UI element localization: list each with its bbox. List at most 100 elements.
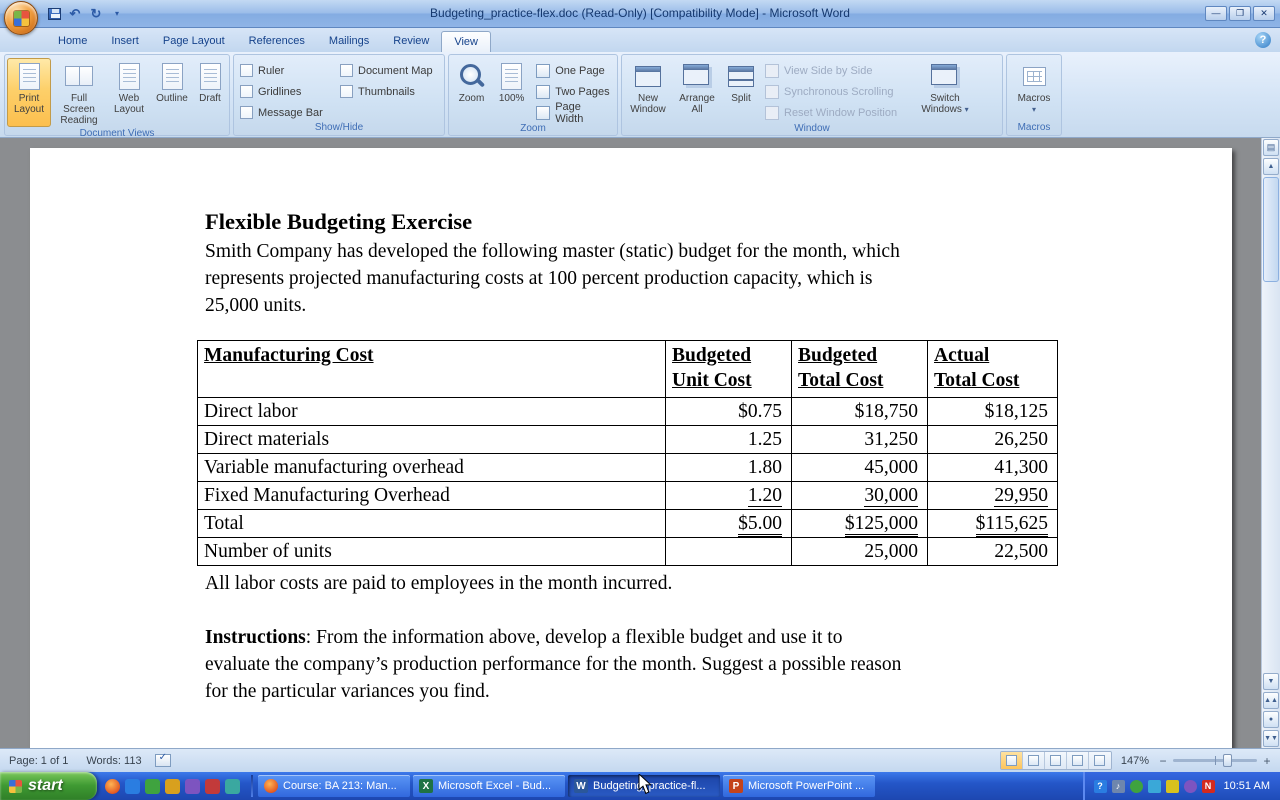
tab-insert[interactable]: Insert — [99, 31, 151, 52]
taskbar-button-browser[interactable]: Course: BA 213: Man... — [258, 775, 410, 797]
outline-view-button[interactable] — [1067, 752, 1089, 769]
two-pages-icon — [536, 85, 550, 99]
group-window: New Window Arrange All Split View Side b… — [621, 54, 1003, 136]
print-layout-view-button[interactable] — [1001, 752, 1023, 769]
taskbar-button-powerpoint[interactable]: P Microsoft PowerPoint ... — [723, 775, 875, 797]
new-window-button[interactable]: New Window — [624, 58, 672, 122]
taskbar-divider — [251, 775, 253, 797]
select-browse-object-button[interactable]: ● — [1263, 711, 1279, 728]
zoom-100-button[interactable]: 100% — [492, 58, 531, 122]
header-manufacturing-cost: Manufacturing Cost — [198, 341, 666, 398]
message-bar-checkbox[interactable]: Message Bar — [240, 104, 334, 121]
redo-button[interactable]: ↻ — [88, 6, 104, 22]
customize-qat-button[interactable]: ▾ — [109, 6, 125, 22]
tab-review[interactable]: Review — [381, 31, 441, 52]
quick-launch-icon[interactable] — [145, 779, 160, 794]
clock[interactable]: 10:51 AM — [1224, 780, 1270, 792]
close-button[interactable]: ✕ — [1253, 6, 1275, 21]
table-row: Direct labor $0.75 $18,750 $18,125 — [198, 398, 1058, 426]
instructions-text: Instructions: From the information above… — [205, 624, 1062, 651]
note-text: All labor costs are paid to employees in… — [205, 570, 1062, 597]
tray-help-icon[interactable]: ? — [1094, 780, 1107, 793]
start-button[interactable]: start — [0, 772, 97, 800]
tab-mailings[interactable]: Mailings — [317, 31, 381, 52]
vertical-scrollbar[interactable]: ▤ ▲ ▼ ▲▲ ● ▼▼ — [1261, 138, 1280, 748]
tab-page-layout[interactable]: Page Layout — [151, 31, 237, 52]
redo-icon: ↻ — [91, 6, 102, 22]
full-screen-reading-button[interactable]: Full Screen Reading — [51, 58, 107, 127]
tab-view[interactable]: View — [441, 31, 491, 52]
office-button[interactable] — [4, 1, 38, 35]
zoom-button[interactable]: Zoom — [451, 58, 492, 122]
help-icon[interactable]: ? — [1255, 32, 1271, 48]
two-pages-button[interactable]: Two Pages — [533, 82, 613, 101]
scroll-up-button[interactable]: ▲ — [1263, 158, 1279, 175]
tray-norton-icon[interactable]: N — [1202, 780, 1215, 793]
split-button[interactable]: Split — [722, 58, 760, 122]
header-budgeted-unit-cost: BudgetedUnit Cost — [666, 341, 792, 398]
switch-windows-icon — [931, 61, 960, 91]
page-width-button[interactable]: Page Width — [533, 103, 613, 122]
zoom-out-button[interactable]: − — [1158, 756, 1168, 766]
gridlines-checkbox[interactable]: Gridlines — [240, 83, 334, 100]
word-count[interactable]: Words: 113 — [77, 755, 150, 767]
draft-view-button[interactable] — [1089, 752, 1111, 769]
zoom-slider[interactable]: − + — [1158, 756, 1272, 766]
task-buttons: Course: BA 213: Man... X Microsoft Excel… — [256, 775, 1083, 797]
quick-launch-icon[interactable] — [165, 779, 180, 794]
scrollbar-track[interactable] — [1262, 283, 1280, 672]
switch-windows-button[interactable]: Switch Windows — [918, 58, 972, 122]
system-tray: ? ♪ N 10:51 AM — [1083, 772, 1280, 800]
tray-shield-icon[interactable] — [1130, 780, 1143, 793]
magnifier-icon — [458, 61, 486, 91]
scroll-down-button[interactable]: ▼ — [1263, 673, 1279, 690]
save-button[interactable] — [46, 6, 62, 22]
zoom-slider-thumb[interactable] — [1223, 754, 1232, 767]
quick-launch-icon[interactable] — [185, 779, 200, 794]
quick-launch-icon[interactable] — [205, 779, 220, 794]
tab-home[interactable]: Home — [46, 31, 99, 52]
previous-page-button[interactable]: ▲▲ — [1263, 692, 1279, 709]
zoom-in-button[interactable]: + — [1262, 756, 1272, 766]
scrollbar-thumb[interactable] — [1263, 177, 1279, 282]
zoom-100-icon — [501, 61, 522, 91]
document-map-checkbox[interactable]: Document Map — [340, 62, 433, 79]
taskbar-button-excel[interactable]: X Microsoft Excel - Bud... — [413, 775, 565, 797]
arrange-all-icon — [683, 61, 712, 91]
ruler-checkbox[interactable]: Ruler — [240, 62, 334, 79]
tray-network-icon[interactable] — [1148, 780, 1161, 793]
arrange-all-button[interactable]: Arrange All — [672, 58, 722, 122]
zoom-slider-track[interactable] — [1173, 759, 1257, 762]
one-page-button[interactable]: One Page — [533, 61, 613, 80]
page-indicator[interactable]: Page: 1 of 1 — [0, 755, 77, 767]
tray-icon[interactable] — [1166, 780, 1179, 793]
web-layout-view-button[interactable] — [1045, 752, 1067, 769]
print-layout-button[interactable]: Print Layout — [7, 58, 51, 127]
thumbnails-checkbox[interactable]: Thumbnails — [340, 83, 433, 100]
next-page-button[interactable]: ▼▼ — [1263, 730, 1279, 747]
web-layout-button[interactable]: Web Layout — [107, 58, 151, 127]
quick-launch-icon[interactable] — [125, 779, 140, 794]
outline-button[interactable]: Outline — [151, 58, 193, 127]
restore-button[interactable]: ❐ — [1229, 6, 1251, 21]
macros-button[interactable]: Macros — [1010, 58, 1058, 121]
mouse-cursor — [638, 774, 652, 800]
tray-volume-icon[interactable]: ♪ — [1112, 780, 1125, 793]
quick-launch-icon[interactable] — [225, 779, 240, 794]
table-row-total: Total $5.00 $125,000 $115,625 — [198, 510, 1058, 538]
draft-button[interactable]: Draft — [193, 58, 227, 127]
quick-access-toolbar: ↶ ↻ ▾ — [46, 6, 125, 22]
document-page[interactable]: Flexible Budgeting Exercise Smith Compan… — [30, 148, 1232, 748]
tab-references[interactable]: References — [237, 31, 317, 52]
minimize-button[interactable]: — — [1205, 6, 1227, 21]
ruler-toggle-button[interactable]: ▤ — [1263, 139, 1279, 156]
quick-launch-icon[interactable] — [105, 779, 120, 794]
ribbon-view: Print Layout Full Screen Reading Web Lay… — [0, 52, 1280, 138]
tray-icon[interactable] — [1184, 780, 1197, 793]
full-screen-view-button[interactable] — [1023, 752, 1045, 769]
group-label-show-hide: Show/Hide — [234, 121, 444, 135]
zoom-level[interactable]: 147% — [1119, 755, 1151, 767]
reset-window-position-icon — [765, 106, 779, 120]
proofing-status-icon[interactable] — [155, 754, 171, 767]
undo-button[interactable]: ↶ — [67, 6, 83, 22]
